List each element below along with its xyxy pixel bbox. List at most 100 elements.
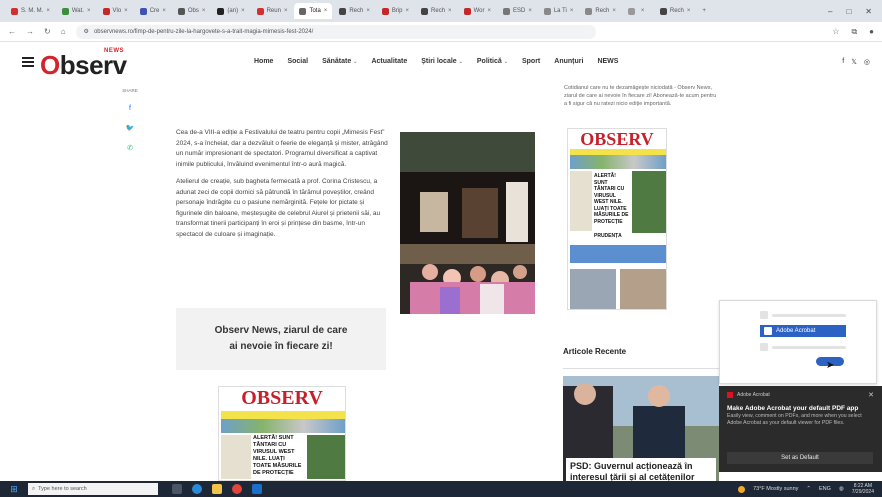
language-indicator[interactable]: ENG [819, 486, 831, 492]
browser-tab[interactable]: Wat. × [57, 3, 96, 19]
pdf-option-label: Adobe Acrobat [776, 328, 816, 334]
toast-header: Adobe Acrobat [727, 392, 874, 398]
weather-sun-icon [738, 485, 746, 493]
tab-favicon-icon [627, 7, 635, 15]
tab-close-icon[interactable]: × [406, 8, 410, 14]
minimize-icon[interactable]: – [828, 7, 832, 16]
tab-close-icon[interactable]: × [612, 8, 616, 14]
browser-tab[interactable]: Cre × [135, 3, 171, 19]
tab-close-icon[interactable]: × [162, 8, 166, 14]
tab-close-icon[interactable]: × [124, 8, 128, 14]
taskbar-search-input[interactable]: ⌕ Type here to search [28, 483, 158, 495]
chrome-icon[interactable] [232, 484, 242, 494]
hamburger-menu-icon[interactable] [22, 57, 34, 69]
menu-item[interactable]: Știri locale ⌄ [421, 58, 463, 65]
browser-tab[interactable]: Vlo × [98, 3, 133, 19]
extensions-icon[interactable]: ⧉ [851, 27, 857, 37]
browser-tab[interactable]: ESD × [498, 3, 537, 19]
site-logo[interactable]: Observ [40, 50, 127, 81]
file-explorer-icon[interactable] [212, 484, 222, 494]
task-view-icon[interactable] [172, 484, 182, 494]
taskbar-clock[interactable]: 8:22 AM 7/29/2024 [852, 483, 874, 495]
browser-tab[interactable]: Rech × [416, 3, 457, 19]
menu-item[interactable]: Politică ⌄ [477, 58, 508, 65]
facebook-icon[interactable]: f [118, 105, 142, 112]
promo-line-2: ai nevoie în fiecare zi! [229, 341, 333, 352]
browser-tab[interactable]: Wor × [459, 3, 496, 19]
tab-label: La Ti [553, 8, 567, 14]
menu-item[interactable]: Social [287, 58, 308, 65]
browser-tab[interactable]: Rech × [334, 3, 375, 19]
newspaper-preview-sidebar[interactable]: OBSERV ALERTĂ! SUNT TĂNTARI CU VIRUSUL W… [567, 128, 667, 310]
windows-start-icon[interactable]: ⊞ [0, 484, 28, 495]
browser-tab[interactable]: × [623, 3, 653, 19]
tab-label: Vlo [112, 8, 122, 14]
edge-icon[interactable] [192, 484, 202, 494]
tab-close-icon[interactable]: × [202, 8, 206, 14]
set-as-default-button[interactable]: Set as Default [727, 452, 873, 464]
menu-item[interactable]: Sănătate ⌄ [322, 58, 357, 65]
bookmark-star-icon[interactable]: ☆ [832, 27, 839, 37]
newspaper-preview-article[interactable]: OBSERV ALERTĂ! SUNT TĂNTARI CU VIRUSUL W… [218, 386, 346, 481]
tab-label: Rech [669, 8, 684, 14]
site-info-icon[interactable]: ⚙ [84, 28, 89, 35]
menu-item-label: Politică [476, 58, 502, 65]
pdf-option-adobe-acrobat[interactable]: Adobe Acrobat [760, 325, 846, 337]
tab-close-icon[interactable]: × [641, 8, 645, 14]
tab-close-icon[interactable]: × [324, 8, 328, 14]
maximize-icon[interactable]: □ [846, 7, 851, 16]
tab-close-icon[interactable]: × [284, 8, 288, 14]
tab-close-icon[interactable]: × [366, 8, 370, 14]
tab-close-icon[interactable]: × [528, 8, 532, 14]
tab-close-icon[interactable]: × [241, 8, 245, 14]
whatsapp-icon[interactable]: ✆ [118, 144, 142, 152]
browser-toolbar-right: ☆ ⧉ ● [832, 27, 874, 37]
weather-text[interactable]: 73°F Mostly sunny [753, 486, 798, 492]
tray-chevron-icon[interactable]: ⌃ [806, 486, 811, 492]
network-icon[interactable]: ◍ [839, 486, 844, 492]
facebook-icon[interactable]: f [842, 58, 844, 66]
tab-close-icon[interactable]: × [46, 8, 50, 14]
article-photo[interactable] [400, 132, 535, 314]
back-icon[interactable]: ← [8, 27, 16, 36]
menu-item-label: Social [287, 58, 309, 65]
url-text: observnews.ro/fimp-de-pentru-zile-la-har… [93, 28, 314, 35]
tab-label: Tota [309, 8, 321, 14]
browser-tab[interactable]: (an) × [212, 3, 249, 19]
browser-tab[interactable]: Brip × [377, 3, 414, 19]
profile-icon[interactable]: ● [869, 27, 874, 37]
browser-tab[interactable]: Rech × [580, 3, 621, 19]
menu-item[interactable]: Sport [522, 58, 540, 65]
browser-tab[interactable]: Obs × [173, 3, 211, 19]
url-bar[interactable]: ⚙ observnews.ro/fimp-de-pentru-zile-la-h… [75, 24, 596, 39]
new-tab-icon[interactable]: + [697, 3, 727, 19]
logo-o: O [40, 50, 60, 80]
tab-label: Wor [473, 8, 485, 14]
menu-item[interactable]: Home [254, 58, 273, 65]
x-twitter-icon[interactable]: 𝕏 [851, 58, 857, 66]
browser-tab[interactable]: Reun × [252, 3, 293, 19]
menu-item[interactable]: Anunțuri [554, 58, 583, 65]
tab-close-icon[interactable]: × [448, 8, 452, 14]
home-icon[interactable]: ⌂ [61, 27, 66, 36]
outlook-icon[interactable] [252, 484, 262, 494]
browser-tab[interactable]: La Ti × [539, 3, 579, 19]
instagram-icon[interactable]: ◎ [864, 58, 870, 66]
forward-icon[interactable]: → [26, 27, 34, 36]
tab-close-icon[interactable]: × [570, 8, 574, 14]
tab-close-icon[interactable]: × [687, 8, 691, 14]
windows-taskbar: ⊞ ⌕ Type here to search 73°F Mostly sunn… [0, 481, 882, 497]
browser-tab[interactable]: Rech × [655, 3, 696, 19]
tab-favicon-icon [381, 7, 389, 15]
twitter-icon[interactable]: 🐦 [118, 124, 142, 132]
menu-item-label: Actualitate [371, 58, 408, 65]
reload-icon[interactable]: ↻ [44, 27, 51, 36]
menu-item[interactable]: NEWS [597, 58, 618, 65]
tab-close-icon[interactable]: × [87, 8, 91, 14]
close-window-icon[interactable]: ✕ [865, 7, 872, 16]
browser-tab[interactable]: S. M. M. × [6, 3, 55, 19]
menu-item[interactable]: Actualitate [371, 58, 407, 65]
browser-tab[interactable]: Tota × [294, 3, 333, 19]
tab-close-icon[interactable]: × [487, 8, 491, 14]
toast-close-icon[interactable]: ✕ [868, 391, 874, 399]
